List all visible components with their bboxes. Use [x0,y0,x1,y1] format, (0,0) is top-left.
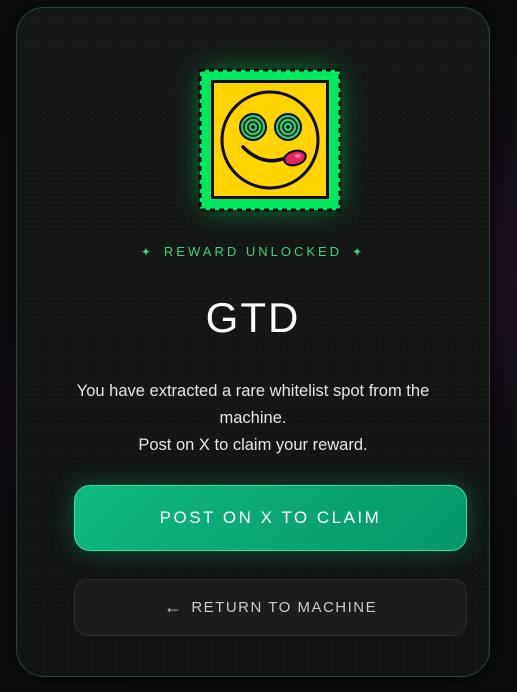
sparkle-icon: ✦ [352,244,366,259]
reward-eyebrow: ✦ REWARD UNLOCKED ✦ [17,244,489,259]
post-on-x-claim-button[interactable]: POST ON X TO CLAIM [74,485,467,551]
eyebrow-label: REWARD UNLOCKED [163,244,343,259]
return-button-label: RETURN TO MACHINE [191,599,378,616]
reward-title: GTD [205,294,301,341]
return-to-machine-button[interactable]: ← RETURN TO MACHINE [74,579,467,636]
arrow-left-icon: ← [163,597,184,617]
reward-description: You have extracted a rare whitelist spot… [67,378,439,459]
reward-stamp [197,67,343,213]
smiley-hypno-icon [198,68,342,212]
claim-button-label: POST ON X TO CLAIM [159,508,382,527]
sparkle-icon: ✦ [140,244,154,259]
description-line: Post on X to claim your reward. [138,436,368,454]
reward-card: ✦ REWARD UNLOCKED ✦ GTD You have extract… [16,7,490,677]
description-line: You have extracted a rare whitelist spot… [76,382,430,427]
